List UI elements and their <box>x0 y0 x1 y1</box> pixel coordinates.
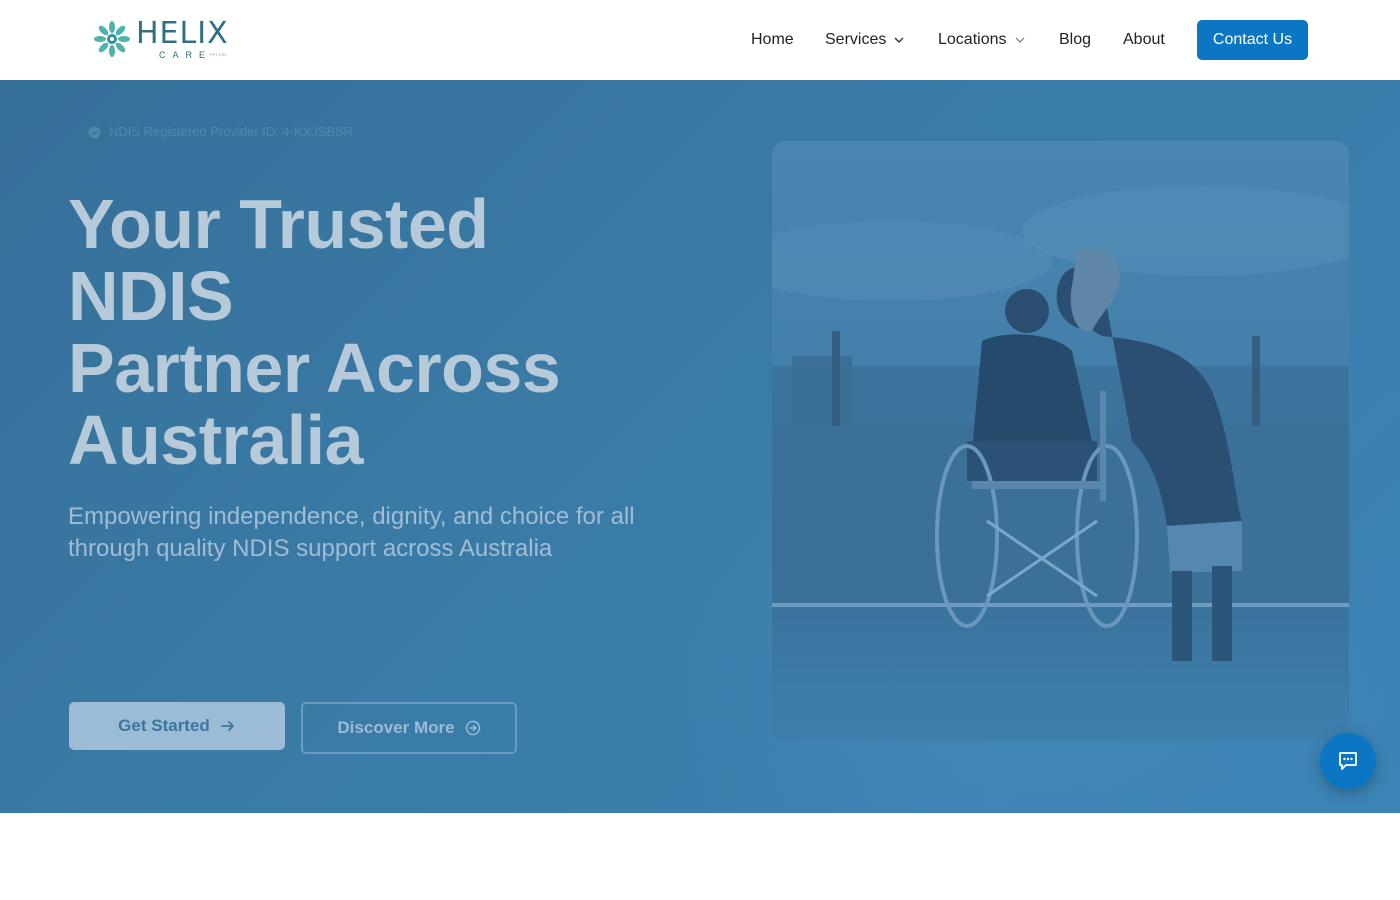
hero-title: Your Trusted NDIS Partner Across Austral… <box>68 188 688 476</box>
discover-more-button[interactable]: Discover More <box>301 702 517 754</box>
circle-arrow-right-icon <box>465 720 480 736</box>
top-navigation: HELIX CARE PTY LTD Home Services Locatio… <box>0 0 1400 80</box>
ndis-provider-text: NDIS Registered Provider ID: 4-KXJSBSR <box>109 124 354 139</box>
hero-title-line-2: NDIS <box>68 257 234 335</box>
logo-subtitle: CARE <box>159 50 213 60</box>
hero-image <box>772 141 1349 741</box>
hero-subtitle: Empowering independence, dignity, and ch… <box>68 503 635 562</box>
hero-section: NDIS Registered Provider ID: 4-KXJSBSR Y… <box>0 80 1400 813</box>
hero-title-line-4: Australia <box>68 401 364 479</box>
hero-title-line-1: Your Trusted <box>68 185 489 263</box>
nav-blog[interactable]: Blog <box>1059 28 1091 52</box>
hero-title-line-3: Partner Across <box>68 329 561 407</box>
nav-blog-label: Blog <box>1059 31 1092 48</box>
logo-trademark: PTY LTD <box>210 52 227 57</box>
contact-us-button[interactable]: Contact Us <box>1197 20 1308 60</box>
helix-logo-icon <box>94 21 130 57</box>
nav-locations-label: Locations <box>938 31 1007 48</box>
chat-button[interactable] <box>1320 733 1376 789</box>
nav-about-label: About <box>1123 31 1165 48</box>
logo[interactable]: HELIX CARE PTY LTD <box>90 17 230 63</box>
nav-about[interactable]: About <box>1123 28 1165 52</box>
discover-more-label: Discover More <box>337 718 455 737</box>
nav-services-label: Services <box>825 31 887 48</box>
chevron-down-icon <box>1015 37 1024 43</box>
nav-home-label: Home <box>751 31 794 48</box>
get-started-label: Get Started <box>118 716 210 735</box>
caregiver-wheelchair-illustration <box>772 141 1349 741</box>
nav-home[interactable]: Home <box>751 28 794 52</box>
chevron-down-icon <box>894 37 904 43</box>
chat-icon <box>1339 752 1357 770</box>
nav-services[interactable]: Services <box>825 28 906 52</box>
arrow-right-icon <box>220 721 234 731</box>
check-circle-icon <box>88 126 101 138</box>
get-started-button[interactable]: Get Started <box>69 702 285 750</box>
logo-wordmark: HELIX <box>136 16 229 51</box>
nav-locations[interactable]: Locations <box>938 28 1027 52</box>
ndis-provider-badge: NDIS Registered Provider ID: 4-KXJSBSR <box>88 125 353 139</box>
